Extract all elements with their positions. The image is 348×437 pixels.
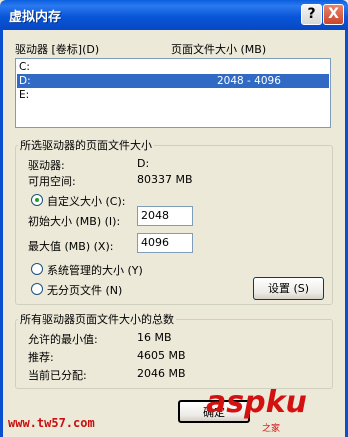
help-button[interactable]: ? <box>301 4 322 25</box>
initial-size-label: 初始大小 (MB) (I): <box>28 215 121 228</box>
size-column-header: 页面文件大小 (MB) <box>171 43 267 56</box>
currently-allocated-label: 当前已分配: <box>28 369 87 382</box>
drive-row-e[interactable]: E: <box>17 88 329 102</box>
currently-allocated-value: 2046 MB <box>137 367 186 380</box>
min-allowed-label: 允许的最小值: <box>28 333 98 346</box>
site-logo: aspku <box>206 385 307 420</box>
drive-row-d[interactable]: D: 2048 - 4096 <box>17 74 329 88</box>
system-managed-radio[interactable] <box>31 263 43 275</box>
selected-drive-group-legend: 所选驱动器的页面文件大小 <box>20 139 152 152</box>
recommended-label: 推荐: <box>28 351 54 364</box>
close-icon: X <box>328 6 339 22</box>
drive-label: 驱动器: <box>28 159 65 172</box>
initial-size-input[interactable]: 2048 <box>137 206 193 226</box>
available-space-label: 可用空间: <box>28 175 76 188</box>
max-size-label: 最大值 (MB) (X): <box>28 240 114 253</box>
custom-size-label[interactable]: 自定义大小 (C): <box>47 193 125 209</box>
drive-letter: D: <box>19 75 31 87</box>
close-button[interactable]: X <box>323 4 344 25</box>
drive-value: D: <box>137 157 150 170</box>
system-managed-label[interactable]: 系统管理的大小 (Y) <box>47 262 143 278</box>
available-space-value: 80337 MB <box>137 173 193 186</box>
watermark-url: www.tw57.com <box>8 416 95 430</box>
drive-listbox[interactable]: C: D: 2048 - 4096 E: <box>15 58 331 128</box>
no-paging-file-label[interactable]: 无分页文件 (N) <box>47 282 122 298</box>
window-frame-left <box>0 30 3 437</box>
drive-letter: C: <box>19 61 30 73</box>
min-allowed-value: 16 MB <box>137 331 172 344</box>
site-logo-tagline: 之家 <box>262 424 281 434</box>
recommended-value: 4605 MB <box>137 349 186 362</box>
window-title: 虚拟内存 <box>9 10 62 25</box>
drive-letter: E: <box>19 89 30 101</box>
drive-column-header: 驱动器 [卷标](D) <box>15 43 100 56</box>
drive-page-size: 2048 - 4096 <box>217 75 281 87</box>
custom-size-radio[interactable] <box>31 194 43 206</box>
drive-row-c[interactable]: C: <box>17 60 329 74</box>
max-size-input[interactable]: 4096 <box>137 233 193 253</box>
no-paging-file-radio[interactable] <box>31 283 43 295</box>
set-button[interactable]: 设置 (S) <box>253 277 324 300</box>
title-bar[interactable]: 虚拟内存 ? X <box>0 0 348 30</box>
help-icon: ? <box>307 6 316 22</box>
total-size-group-legend: 所有驱动器页面文件大小的总数 <box>20 313 174 326</box>
